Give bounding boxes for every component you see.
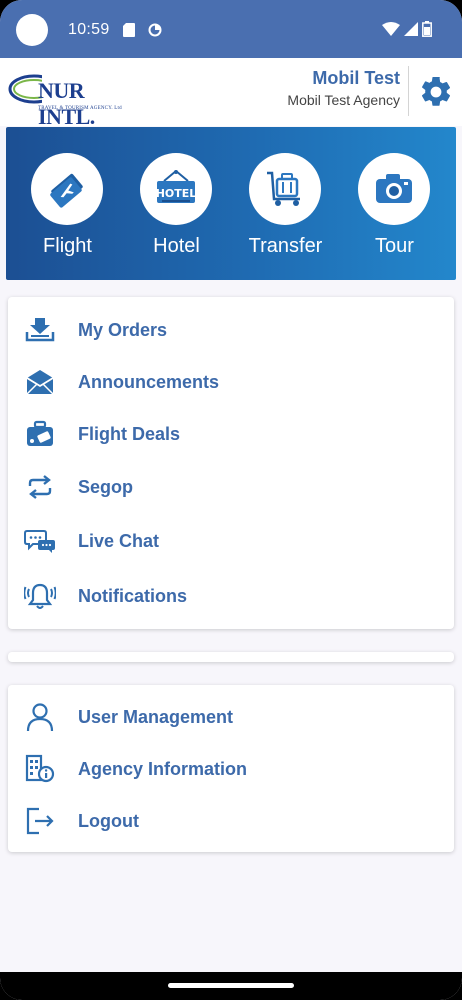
menu-label: Agency Information — [78, 758, 248, 779]
menu-label: Logout — [78, 810, 139, 831]
menu-item-my-orders[interactable]: My Orders — [8, 304, 454, 356]
system-nav-bar — [0, 972, 462, 1000]
signal-icon — [404, 22, 418, 36]
header-divider — [408, 66, 409, 116]
logo-globe-icon — [8, 74, 42, 104]
service-flight-circle — [31, 153, 103, 225]
service-hotel[interactable]: HOTEL Hotel — [122, 127, 231, 280]
menu-label: User Management — [78, 706, 234, 727]
repeat-icon — [24, 471, 56, 503]
service-tour-circle — [358, 153, 430, 225]
svg-text:HOTEL: HOTEL — [156, 187, 197, 200]
app-screen: 10:59 NUR INTL. TRAVEL & TOURISM AGENCY.… — [0, 0, 462, 1000]
settings-gear-icon[interactable] — [418, 74, 454, 110]
luggage-cart-icon — [267, 171, 300, 206]
service-flight-label: Flight — [43, 235, 92, 257]
menu-label: Notifications — [78, 585, 188, 606]
hotel-sign-icon: HOTEL — [156, 170, 197, 203]
service-tour-label: Tour — [375, 235, 414, 257]
service-hotel-label: Hotel — [153, 235, 200, 257]
empty-card — [8, 652, 454, 662]
account-menu-card: User Management Agency Information Logou… — [8, 685, 454, 852]
logo-text: NUR INTL. — [38, 78, 95, 129]
app-header: NUR INTL. TRAVEL & TOURISM AGENCY. Ltd M… — [0, 58, 462, 129]
bell-icon — [24, 580, 56, 612]
logout-icon — [24, 805, 56, 837]
data-saver-icon — [148, 23, 162, 37]
service-hotel-circle: HOTEL — [140, 153, 212, 225]
menu-item-flight-deals[interactable]: Flight Deals — [8, 408, 454, 460]
chat-bubbles-icon — [24, 525, 56, 557]
building-info-icon — [24, 753, 56, 785]
envelope-icon — [24, 366, 56, 398]
wifi-icon — [382, 22, 400, 36]
menu-item-notifications[interactable]: Notifications — [8, 570, 454, 622]
service-flight[interactable]: Flight — [13, 127, 122, 280]
menu-label: Segop — [78, 476, 134, 497]
menu-item-segop[interactable]: Segop — [8, 461, 454, 513]
menu-item-live-chat[interactable]: Live Chat — [8, 515, 454, 567]
menu-item-announcements[interactable]: Announcements — [8, 356, 454, 408]
user-icon — [24, 701, 56, 733]
status-bar: 10:59 — [0, 0, 462, 58]
menu-item-logout[interactable]: Logout — [8, 795, 454, 847]
home-gesture-handle[interactable] — [168, 983, 294, 988]
status-icons — [382, 21, 432, 37]
flight-ticket-icon — [50, 173, 83, 208]
menu-label: Flight Deals — [78, 423, 181, 444]
camera-icon — [376, 174, 412, 203]
suitcase-icon — [24, 418, 56, 450]
menu-item-user-management[interactable]: User Management — [8, 691, 454, 743]
service-transfer-label: Transfer — [248, 235, 323, 257]
user-name: Mobil Test — [312, 68, 400, 88]
menu-label: Announcements — [78, 371, 220, 392]
services-banner: Flight HOTEL Hotel Transfer Tour — [6, 127, 456, 280]
service-tour[interactable]: Tour — [340, 127, 449, 280]
menu-label: My Orders — [78, 319, 168, 340]
menu-label: Live Chat — [78, 530, 160, 551]
sd-card-icon — [123, 23, 135, 37]
battery-icon — [422, 21, 432, 37]
agency-name: Mobil Test Agency — [287, 92, 400, 108]
download-tray-icon — [24, 314, 56, 346]
status-time: 10:59 — [68, 21, 110, 38]
menu-item-agency-information[interactable]: Agency Information — [8, 743, 454, 795]
logo-subtitle: TRAVEL & TOURISM AGENCY. Ltd — [38, 106, 122, 111]
service-transfer-circle — [249, 153, 321, 225]
service-transfer[interactable]: Transfer — [231, 127, 340, 280]
main-menu-card: My Orders Announcements Flight Deals Seg… — [8, 297, 454, 629]
camera-cutout — [16, 14, 48, 46]
